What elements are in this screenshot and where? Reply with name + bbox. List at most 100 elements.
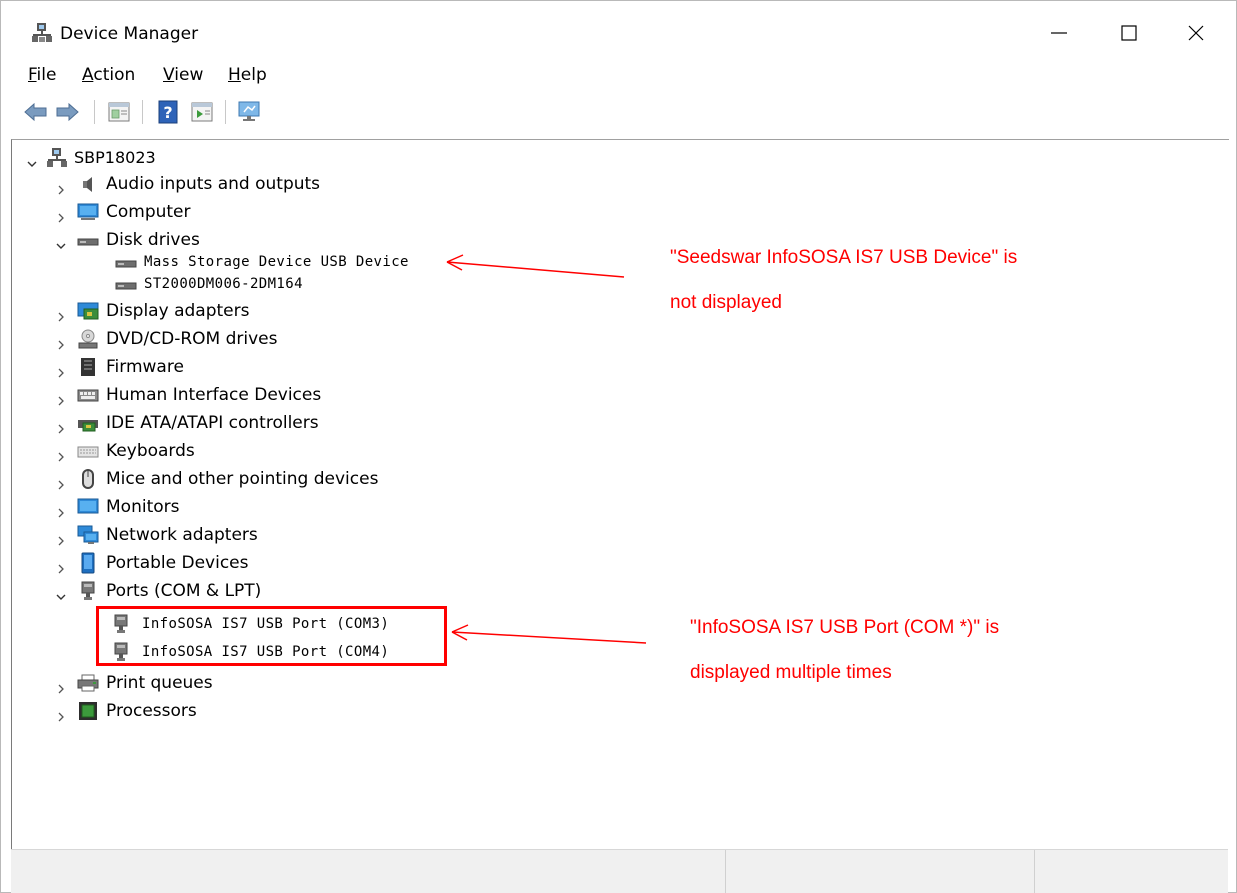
chevron-right-icon[interactable] — [55, 389, 67, 406]
menu-view-mnemonic: V — [163, 65, 175, 85]
port-highlight-box — [96, 606, 447, 666]
chevron-down-icon[interactable] — [55, 585, 67, 600]
device-tree[interactable]: SBP18023 Audio inputs and outputs Comput… — [11, 139, 1229, 850]
category-label: Monitors — [106, 497, 180, 517]
tree-category[interactable]: Portable Devices — [55, 550, 355, 576]
tree-category[interactable]: Monitors — [55, 494, 355, 520]
device-item[interactable]: Mass Storage Device USB Device — [115, 251, 445, 273]
chevron-down-icon[interactable] — [55, 234, 67, 249]
tree-category[interactable]: Print queues — [55, 670, 355, 696]
menu-help-mnemonic: H — [228, 65, 241, 85]
status-divider — [725, 850, 727, 893]
category-label: IDE ATA/ATAPI controllers — [106, 413, 319, 433]
window-title: Device Manager — [60, 24, 199, 44]
help-icon: ? — [158, 100, 178, 124]
tree-category[interactable]: Ports (COM & LPT) — [55, 578, 355, 604]
category-label: Computer — [106, 202, 191, 222]
menu-help[interactable]: Help — [228, 64, 267, 86]
category-label: Audio inputs and outputs — [106, 174, 321, 194]
ide-controller-icon — [77, 412, 99, 434]
monitor-icon — [77, 496, 99, 518]
network-adapter-icon — [77, 524, 99, 546]
toolbar: ? — [1, 92, 1236, 132]
chevron-right-icon[interactable] — [55, 445, 67, 462]
run-button[interactable] — [188, 98, 216, 126]
tree-category[interactable]: Display adapters — [55, 298, 355, 324]
chevron-down-icon[interactable] — [26, 152, 38, 167]
svg-text:?: ? — [163, 103, 172, 122]
monitor-button[interactable] — [235, 98, 263, 126]
menu-action[interactable]: Action — [82, 64, 135, 86]
chevron-right-icon[interactable] — [55, 529, 67, 546]
category-label: Disk drives — [106, 230, 200, 250]
toolbar-separator — [94, 100, 95, 124]
tree-category[interactable]: Keyboards — [55, 438, 355, 464]
mouse-icon — [77, 468, 99, 490]
menu-file-label: ile — [36, 65, 57, 85]
display-adapter-icon — [77, 300, 99, 322]
menu-file-mnemonic: F — [28, 65, 37, 85]
status-bar — [11, 849, 1228, 893]
tree-category[interactable]: Processors — [55, 698, 355, 724]
tree-category[interactable]: Network adapters — [55, 522, 355, 548]
chevron-right-icon[interactable] — [55, 305, 67, 322]
printer-icon — [77, 672, 99, 694]
help-button[interactable]: ? — [154, 98, 182, 126]
tree-category[interactable]: Human Interface Devices — [55, 382, 375, 408]
tree-category[interactable]: Mice and other pointing devices — [55, 466, 395, 492]
minimize-button[interactable] — [1034, 13, 1084, 53]
portable-device-icon — [77, 552, 99, 574]
chevron-right-icon[interactable] — [55, 473, 67, 490]
maximize-button[interactable] — [1104, 13, 1154, 53]
root-label: SBP18023 — [74, 148, 156, 167]
processor-icon — [77, 700, 99, 722]
properties-button[interactable] — [105, 98, 133, 126]
tree-category[interactable]: DVD/CD-ROM drives — [55, 326, 355, 352]
maximize-icon — [1121, 25, 1137, 41]
toolbar-separator — [225, 100, 226, 124]
disk-drive-icon — [115, 252, 137, 274]
menu-view-label: iew — [174, 65, 204, 85]
chevron-right-icon[interactable] — [55, 417, 67, 434]
close-icon — [1188, 25, 1204, 41]
tree-category[interactable]: Disk drives — [55, 227, 355, 253]
category-label: Firmware — [106, 357, 184, 377]
tree-category[interactable]: Firmware — [55, 354, 355, 380]
category-label: Network adapters — [106, 525, 258, 545]
tree-category[interactable]: IDE ATA/ATAPI controllers — [55, 410, 375, 436]
title-bar[interactable]: Device Manager — [1, 1, 1236, 57]
computer-tree-icon — [46, 147, 68, 169]
device-label: Mass Storage Device USB Device — [144, 254, 409, 270]
category-label: Keyboards — [106, 441, 195, 461]
tree-category[interactable]: Audio inputs and outputs — [55, 171, 355, 197]
chevron-right-icon[interactable] — [55, 677, 67, 694]
chevron-right-icon[interactable] — [55, 206, 67, 223]
hid-icon — [77, 384, 99, 406]
tree-category[interactable]: Computer — [55, 199, 355, 225]
disk-drive-icon — [115, 274, 137, 296]
chevron-right-icon[interactable] — [55, 501, 67, 518]
forward-button[interactable] — [53, 98, 81, 126]
status-divider — [1034, 850, 1036, 893]
back-icon — [24, 102, 47, 122]
menu-file[interactable]: File — [28, 64, 56, 86]
category-label: DVD/CD-ROM drives — [106, 329, 278, 349]
port-icon — [77, 580, 99, 602]
port-annotation-line1: "InfoSOSA IS7 USB Port (COM *)" is — [690, 617, 1000, 638]
menu-view[interactable]: View — [163, 64, 203, 86]
chevron-right-icon[interactable] — [55, 705, 67, 722]
chevron-right-icon[interactable] — [55, 178, 67, 195]
category-label: Ports (COM & LPT) — [106, 581, 262, 601]
back-button[interactable] — [22, 98, 50, 126]
tree-root[interactable]: SBP18023 — [26, 145, 206, 171]
chevron-right-icon[interactable] — [55, 361, 67, 378]
chevron-right-icon[interactable] — [55, 333, 67, 350]
close-button[interactable] — [1171, 13, 1221, 53]
category-label: Processors — [106, 701, 197, 721]
menu-action-label: ction — [93, 65, 136, 85]
device-item[interactable]: ST2000DM006-2DM164 — [115, 273, 445, 295]
computer-icon — [77, 201, 99, 223]
chevron-right-icon[interactable] — [55, 557, 67, 574]
disk-annotation-line2: not displayed — [670, 292, 782, 313]
firmware-icon — [77, 356, 99, 378]
